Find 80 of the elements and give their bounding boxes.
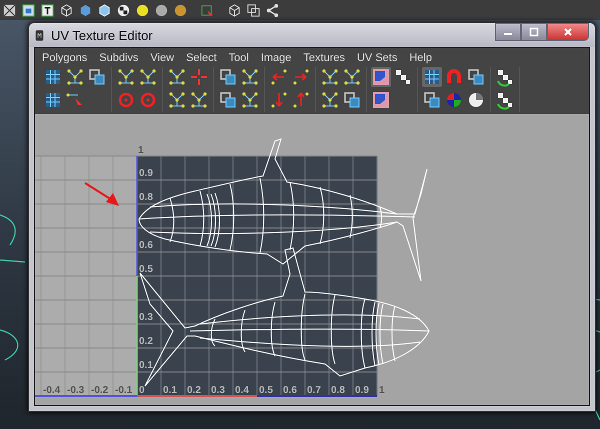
axis-label: -0.1	[115, 385, 132, 396]
axis-label: 1	[379, 385, 385, 396]
axis-label: 0.6	[139, 240, 153, 251]
squares-icon[interactable]	[422, 90, 442, 110]
sphere-icon[interactable]	[466, 90, 486, 110]
vertex-icon[interactable]	[240, 67, 260, 87]
menu-item[interactable]: UV Sets	[356, 52, 398, 64]
squares-icon[interactable]	[246, 2, 261, 18]
axis-label: 0.3	[139, 312, 153, 323]
arrow-icon[interactable]	[291, 67, 311, 87]
pointer-arrow	[84, 182, 119, 206]
close-button[interactable]	[547, 23, 589, 41]
app-icon	[35, 28, 44, 42]
checker-icon[interactable]	[393, 67, 413, 87]
menu-item[interactable]: Polygons	[42, 52, 88, 64]
cube-icon[interactable]	[97, 2, 112, 18]
arrow-icon[interactable]	[291, 90, 311, 110]
axis-label: 0.8	[139, 192, 153, 203]
cursor-icon[interactable]	[200, 2, 215, 18]
axis-label: -0.4	[43, 385, 60, 396]
arrow-icon[interactable]	[269, 90, 289, 110]
maximize-button[interactable]	[521, 23, 547, 41]
cube-icon[interactable]	[59, 2, 74, 18]
axis-label: 0.6	[283, 385, 297, 396]
axis-label: 0.7	[307, 385, 321, 396]
minimize-button[interactable]	[495, 23, 521, 41]
axis-label: -0.3	[67, 385, 84, 396]
menu-item[interactable]: Help	[409, 52, 432, 64]
maximize-icon	[529, 27, 539, 37]
axis-label: 0.9	[355, 385, 369, 396]
text-icon[interactable]	[40, 2, 55, 18]
sphere-icon[interactable]	[135, 2, 150, 18]
checker-icon[interactable]	[495, 67, 515, 87]
vertex-icon[interactable]	[342, 67, 362, 87]
menu-item[interactable]: Image	[260, 52, 292, 64]
squares-icon[interactable]	[87, 67, 107, 87]
checker-icon[interactable]	[116, 2, 131, 18]
axis-label: 0.2	[139, 336, 153, 347]
vertex-icon[interactable]	[138, 67, 158, 87]
image-icon[interactable]	[21, 2, 36, 18]
menu-item[interactable]: View	[150, 52, 174, 64]
vertex-icon[interactable]	[167, 67, 187, 87]
axis-label: 0.5	[139, 264, 153, 275]
share-icon[interactable]	[265, 2, 280, 18]
sphere-icon[interactable]	[173, 2, 188, 18]
axis-label: 1	[138, 145, 144, 156]
squares-icon[interactable]	[342, 90, 362, 110]
axis-label: 0.1	[163, 385, 177, 396]
axis-label: 0.9	[139, 168, 153, 179]
menu-item[interactable]: Textures	[303, 52, 345, 64]
axis-label: -0.2	[91, 385, 108, 396]
sphere-icon[interactable]	[154, 2, 169, 18]
vertex-icon[interactable]	[320, 90, 340, 110]
axis-label: 0.2	[187, 385, 201, 396]
sphere-icon[interactable]	[444, 90, 464, 110]
grid-icon[interactable]	[43, 67, 63, 87]
menu-item[interactable]: Select	[186, 52, 217, 64]
squares-icon[interactable]	[218, 90, 238, 110]
vertex-icon[interactable]	[240, 90, 260, 110]
window-title: UV Texture Editor	[51, 28, 154, 42]
cube-icon[interactable]	[227, 2, 242, 18]
grid-icon[interactable]	[422, 67, 442, 87]
crosshatch-icon[interactable]	[2, 2, 17, 18]
axis-label: 0.1	[139, 360, 153, 371]
checker-icon[interactable]	[495, 90, 515, 110]
axis-label: 0.3	[211, 385, 225, 396]
image-icon[interactable]	[371, 90, 391, 110]
menu-item[interactable]: Subdivs	[99, 52, 138, 64]
squares-icon[interactable]	[218, 67, 238, 87]
axis-label: 0.5	[259, 385, 273, 396]
menu-item[interactable]: Tool	[228, 52, 249, 64]
squares-icon[interactable]	[466, 67, 486, 87]
vertex-icon[interactable]	[116, 67, 136, 87]
axis-label: 0	[139, 385, 145, 396]
close-icon	[563, 27, 573, 37]
axis-label: 0.8	[331, 385, 345, 396]
vertex-icon[interactable]	[320, 67, 340, 87]
axis-label: 0.4	[235, 385, 249, 396]
grid-icon[interactable]	[43, 90, 63, 110]
arrow-icon[interactable]	[269, 67, 289, 87]
